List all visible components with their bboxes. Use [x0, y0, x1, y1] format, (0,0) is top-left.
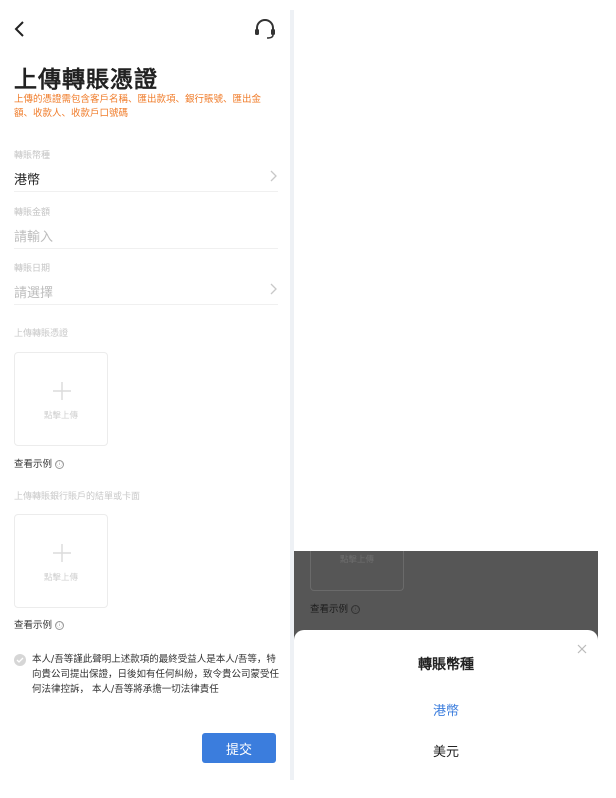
page-title: 上傳轉賬憑證 — [14, 67, 158, 93]
currency-label: 轉賬幣種 — [14, 151, 51, 161]
dimmed-example-text: 查看示例 — [310, 604, 349, 615]
currency-field[interactable]: 轉賬幣種 港幣 — [14, 148, 278, 192]
view-example-text: 查看示例 — [14, 620, 53, 631]
currency-bottom-sheet: 轉賬幣種 港幣 美元 — [294, 630, 598, 798]
upload-form-screen: 上傳轉賬憑證 上傳的憑證需包含客戶名稱、匯出款項、銀行賬號、匯出金額、收款人、收… — [0, 0, 290, 798]
check-icon[interactable] — [14, 654, 26, 666]
sheet-title: 轉賬幣種 — [418, 657, 474, 673]
close-icon[interactable] — [576, 640, 588, 654]
amount-input[interactable]: 請輸入 — [14, 226, 278, 245]
plus-icon — [52, 381, 72, 401]
info-icon: ⓘ — [351, 605, 361, 614]
requirement-note: 上傳的憑證需包含客戶名稱、匯出款項、銀行賬號、匯出金額、收款人、收款戶口號碼 — [14, 94, 262, 119]
declaration-text: 本人/吾等謹此聲明上述款項的最終受益人是本人/吾等，特向貴公司提出保證，日後如有… — [32, 654, 280, 695]
amount-label: 轉賬金額 — [14, 208, 51, 218]
upload-statement-text: 點擊上傳 — [43, 573, 78, 583]
date-picker[interactable]: 請選擇 — [14, 282, 278, 301]
headset-icon[interactable] — [252, 16, 278, 42]
info-icon: ⓘ — [55, 460, 65, 469]
option-usd[interactable]: 美元 — [294, 741, 598, 760]
submit-button[interactable]: 提交 — [202, 733, 276, 763]
dimmed-upload-box: 點擊上傳 — [310, 551, 404, 591]
chevron-right-icon — [268, 281, 278, 295]
amount-field[interactable]: 轉賬金額 請輸入 — [14, 205, 278, 249]
dimmed-example-link: 查看示例 ⓘ — [310, 601, 361, 615]
date-label: 轉賬日期 — [14, 264, 51, 274]
upload-receipt-label: 上傳轉賬憑證 — [14, 329, 69, 339]
upload-statement-label: 上傳轉賬銀行賬戶的結單或卡面 — [14, 492, 141, 502]
currency-picker-screen: 點擊上傳 查看示例 ⓘ 轉賬幣種 港幣 美元 — [294, 0, 598, 798]
upload-receipt-button[interactable]: 點擊上傳 — [14, 352, 108, 446]
upload-statement-button[interactable]: 點擊上傳 — [14, 514, 108, 608]
upload-receipt-text: 點擊上傳 — [43, 411, 78, 421]
info-icon: ⓘ — [55, 621, 65, 630]
view-example-text: 查看示例 — [14, 459, 53, 470]
declaration-agreement[interactable]: 本人/吾等謹此聲明上述款項的最終受益人是本人/吾等，特向貴公司提出保證，日後如有… — [14, 652, 280, 697]
date-field[interactable]: 轉賬日期 請選擇 — [14, 261, 278, 305]
option-hkd[interactable]: 港幣 — [294, 700, 598, 719]
plus-icon — [52, 543, 72, 563]
currency-value: 港幣 — [14, 173, 41, 188]
back-arrow-icon[interactable] — [10, 16, 32, 42]
view-example-link-1[interactable]: 查看示例 ⓘ — [14, 456, 65, 470]
dimmed-upload-text: 點擊上傳 — [339, 555, 374, 565]
chevron-right-icon — [268, 168, 278, 182]
view-example-link-2[interactable]: 查看示例 ⓘ — [14, 617, 65, 631]
